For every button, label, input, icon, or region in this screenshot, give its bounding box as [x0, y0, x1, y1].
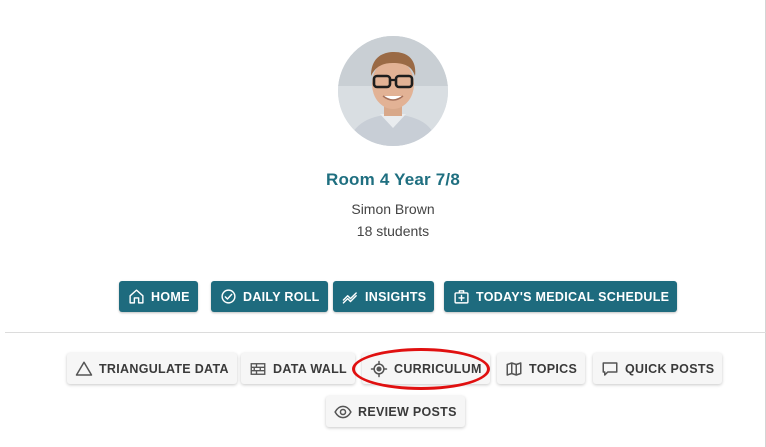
triangle-icon: [75, 361, 93, 376]
teacher-avatar: [338, 36, 448, 146]
home-button-label: HOME: [151, 289, 190, 304]
medical-schedule-button-label: TODAY'S MEDICAL SCHEDULE: [476, 289, 670, 304]
teacher-name: Simon Brown: [351, 201, 435, 217]
class-dashboard: Room 4 Year 7/8 Simon Brown 18 students …: [0, 0, 766, 447]
map-icon: [506, 361, 522, 376]
check-circle-icon: [221, 289, 236, 304]
trending-icon: [342, 292, 357, 304]
class-title: Room 4 Year 7/8: [325, 170, 461, 189]
student-count: 18 students: [356, 223, 430, 239]
review-posts-button-label: REVIEW POSTS: [358, 404, 457, 419]
curriculum-button-label: CURRICULUM: [394, 361, 482, 376]
medical-schedule-button[interactable]: TODAY'S MEDICAL SCHEDULE: [444, 281, 678, 312]
target-icon: [370, 360, 388, 377]
insights-button[interactable]: INSIGHTS: [333, 281, 435, 312]
comment-icon: [602, 361, 618, 376]
home-button[interactable]: HOME: [119, 281, 198, 312]
daily-roll-button[interactable]: DAILY ROLL: [211, 281, 328, 312]
review-posts-button[interactable]: REVIEW POSTS: [326, 396, 465, 427]
eye-icon: [334, 405, 352, 418]
data-wall-button[interactable]: DATA WALL: [241, 353, 355, 384]
data-wall-button-label: DATA WALL: [273, 361, 347, 376]
home-icon: [129, 289, 144, 304]
brick-wall-icon: [250, 362, 266, 375]
insights-button-label: INSIGHTS: [365, 289, 427, 304]
medical-bag-icon: [454, 290, 469, 304]
quick-posts-button-label: QUICK POSTS: [625, 361, 715, 376]
triangulate-data-button[interactable]: TRIANGULATE DATA: [67, 353, 237, 384]
topics-button-label: TOPICS: [529, 361, 578, 376]
curriculum-button[interactable]: CURRICULUM: [362, 353, 490, 384]
section-divider: [5, 332, 766, 333]
daily-roll-button-label: DAILY ROLL: [243, 289, 320, 304]
triangulate-data-button-label: TRIANGULATE DATA: [99, 361, 229, 376]
quick-posts-button[interactable]: QUICK POSTS: [593, 353, 723, 384]
topics-button[interactable]: TOPICS: [497, 353, 586, 384]
